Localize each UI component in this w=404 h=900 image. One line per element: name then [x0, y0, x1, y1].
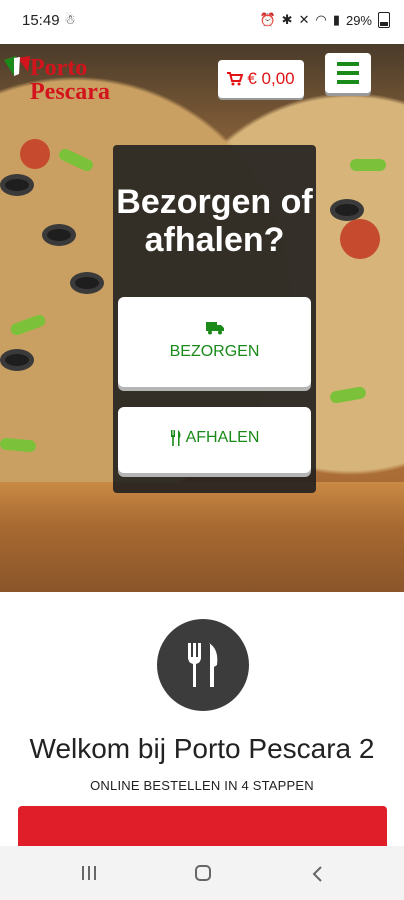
truck-icon — [205, 322, 224, 335]
logo-line2: Pescara — [30, 79, 110, 105]
pizza-crust — [0, 482, 404, 592]
cart-button[interactable]: € 0,00 — [218, 60, 304, 98]
delivery-button[interactable]: BEZORGEN — [118, 297, 311, 387]
recent-apps-icon[interactable] — [82, 866, 100, 880]
cutlery-icon — [170, 430, 181, 446]
alarm-icon: ⏰ — [259, 12, 276, 27]
wifi-icon: ◠ — [315, 12, 327, 27]
fork-knife-icon — [157, 619, 249, 711]
status-icons: ⏰ ✱ ✕ ◠ ▮ 29% — [259, 12, 390, 28]
logo-text: Porto Pescara — [30, 56, 110, 104]
hamburger-line — [337, 71, 359, 75]
mute-icon: ✕ — [298, 12, 310, 27]
battery-icon — [378, 12, 390, 28]
menu-button[interactable] — [325, 53, 371, 93]
home-icon[interactable] — [195, 865, 211, 881]
hamburger-icon — [337, 62, 359, 66]
status-bar: 15:49 ☃ ⏰ ✱ ✕ ◠ ▮ 29% — [0, 0, 404, 44]
pickup-button[interactable]: AFHALEN — [118, 407, 311, 473]
hamburger-line — [337, 80, 359, 84]
system-nav-bar — [0, 846, 404, 900]
status-time: 15:49 — [22, 12, 60, 29]
logo-line1: Porto — [30, 55, 88, 81]
notification-icon: ☃ — [64, 12, 76, 27]
cart-icon — [227, 72, 244, 86]
order-type-panel: Bezorgen of afhalen? BEZORGEN AFHALEN — [113, 145, 316, 493]
pickup-label: AFHALEN — [185, 429, 260, 446]
welcome-title: Welkom bij Porto Pescara 2 — [29, 733, 375, 764]
bluetooth-icon: ✱ — [281, 12, 293, 27]
order-type-title: Bezorgen of afhalen? — [116, 183, 313, 259]
battery-percent: 29% — [345, 12, 372, 28]
delivery-label: BEZORGEN — [169, 343, 260, 360]
welcome-subtitle: ONLINE BESTELLEN IN 4 STAPPEN — [90, 778, 314, 793]
cart-total: € 0,00 — [247, 69, 295, 88]
fork-knife-glyph — [188, 643, 218, 687]
signal-icon: ▮ — [332, 12, 340, 27]
back-icon[interactable] — [312, 866, 322, 882]
